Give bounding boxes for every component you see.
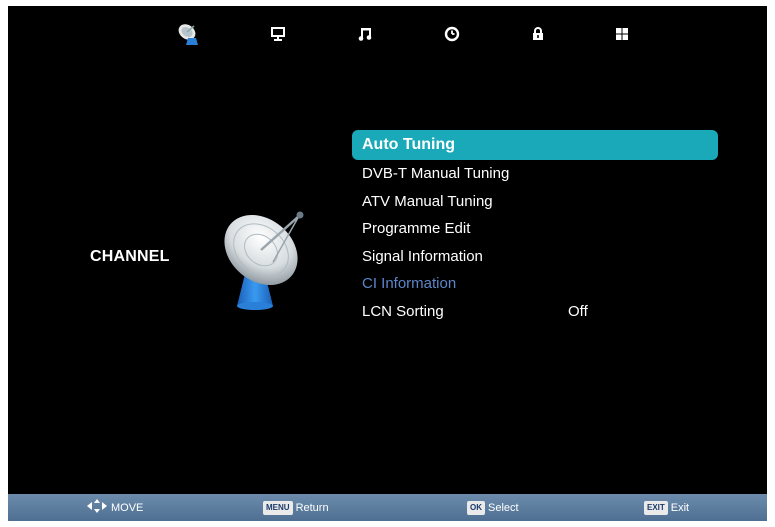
menu-tab-bar (8, 6, 767, 62)
help-select-label: Select (488, 501, 519, 514)
menu-key-badge: MENU (263, 500, 293, 515)
menu-item-signal-information[interactable]: Signal Information (352, 243, 718, 271)
satellite-dish-icon (213, 202, 323, 314)
menu-item-label: LCN Sorting (362, 302, 444, 320)
menu-item-lcn-sorting[interactable]: LCN Sorting Off (352, 298, 718, 326)
section-title: CHANNEL (90, 248, 170, 265)
move-arrows-icon (86, 499, 108, 516)
help-bar: MOVE MENU Return OK Select EXIT Exit (8, 494, 767, 521)
help-select: OK Select (467, 494, 519, 521)
satellite-dish-icon[interactable] (174, 20, 202, 48)
lcn-sorting-value[interactable]: Off (568, 298, 588, 326)
menu-item-label: DVB-T Manual Tuning (362, 165, 510, 182)
help-return-label: Return (295, 501, 329, 514)
menu-item-atv-manual-tuning[interactable]: ATV Manual Tuning (352, 188, 718, 216)
monitor-icon[interactable] (264, 20, 292, 48)
exit-key-badge: EXIT (644, 500, 668, 515)
help-move-label: MOVE (111, 501, 144, 514)
menu-item-ci-information: CI Information (352, 270, 718, 298)
menu-item-label: Programme Edit (362, 220, 471, 237)
menu-item-label: CI Information (362, 275, 457, 292)
music-note-icon[interactable] (351, 20, 379, 48)
menu-item-label: Auto Tuning (362, 136, 455, 153)
menu-item-auto-tuning[interactable]: Auto Tuning (352, 130, 718, 160)
help-exit-label: Exit (670, 501, 690, 514)
grid-icon[interactable] (608, 20, 636, 48)
help-exit: EXIT Exit (644, 494, 689, 521)
channel-menu: Auto Tuning DVB-T Manual Tuning ATV Manu… (352, 130, 718, 325)
menu-item-label: Signal Information (362, 247, 483, 265)
menu-item-label: ATV Manual Tuning (362, 192, 493, 210)
help-move: MOVE (86, 494, 143, 521)
menu-item-programme-edit[interactable]: Programme Edit (352, 215, 718, 243)
lock-icon[interactable] (524, 20, 552, 48)
menu-item-dvb-t-manual-tuning[interactable]: DVB-T Manual Tuning (352, 160, 718, 188)
clock-icon[interactable] (438, 20, 466, 48)
tv-menu-screen: CHANNEL Auto Tuning DVB-T Manual Tuning … (8, 6, 767, 521)
ok-key-badge: OK (467, 500, 485, 515)
help-return: MENU Return (263, 494, 329, 521)
